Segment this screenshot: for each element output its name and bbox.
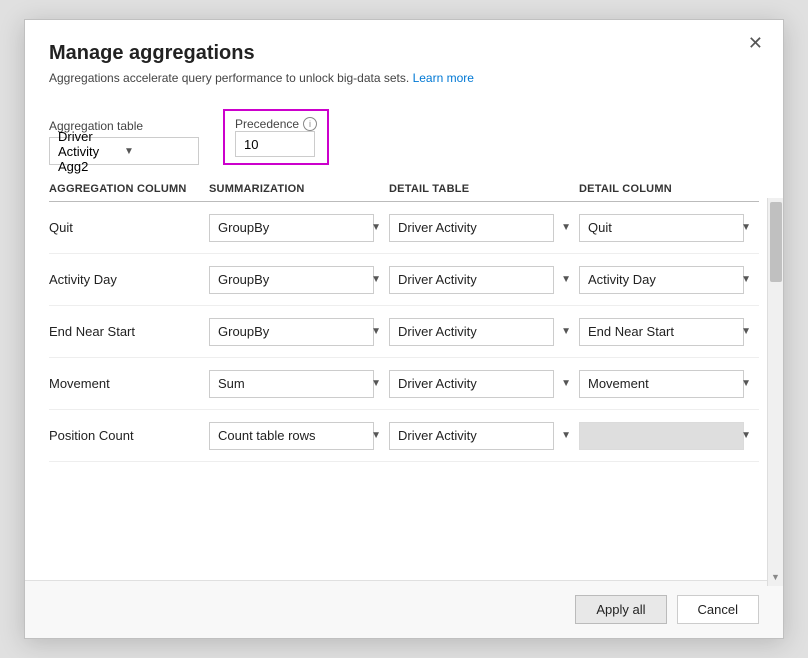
detail-column-select[interactable]: QuitActivity DayEnd Near StartMovementPo… [579,214,744,242]
detail-column-select-wrapper: QuitActivity DayEnd Near StartMovementPo… [579,370,759,398]
row-column-label: Quit [49,220,209,235]
manage-aggregations-dialog: ✕ Manage aggregations Aggregations accel… [24,19,784,639]
agg-table-group: Aggregation table Driver Activity Agg2 ▼ [49,119,199,165]
summarization-select-wrapper: GroupBySumCountMinMaxCount table rows ▼ [209,266,389,294]
detail-table-select-wrapper: Driver Activity ▼ [389,318,579,346]
col-header-detail-column: DETAIL COLUMN [579,183,759,195]
summarization-select[interactable]: GroupBySumCountMinMaxCount table rows [209,214,374,242]
detail-column-select-wrapper: QuitActivity DayEnd Near StartMovementPo… [579,318,759,346]
detail-table-dropdown-arrow: ▼ [561,222,571,233]
summarization-select[interactable]: GroupBySumCountMinMaxCount table rows [209,370,374,398]
detail-column-select-wrapper: ▼ [579,422,759,450]
info-icon[interactable]: i [303,117,317,131]
detail-table-dropdown-arrow: ▼ [561,430,571,441]
table-row: Movement GroupBySumCountMinMaxCount tabl… [49,358,759,410]
table-row: Quit GroupBySumCountMinMaxCount table ro… [49,202,759,254]
detail-table-select[interactable]: Driver Activity [389,370,554,398]
row-column-label: End Near Start [49,324,209,339]
detail-column-select-wrapper: QuitActivity DayEnd Near StartMovementPo… [579,266,759,294]
detail-table-select[interactable]: Driver Activity [389,422,554,450]
dialog-subtitle: Aggregations accelerate query performanc… [49,71,759,85]
detail-table-select[interactable]: Driver Activity [389,318,554,346]
detail-column-select-disabled [579,422,744,450]
table-row: Activity Day GroupBySumCountMinMaxCount … [49,254,759,306]
summarization-select-wrapper: GroupBySumCountMinMaxCount table rows ▼ [209,214,389,242]
detail-table-select[interactable]: Driver Activity [389,266,554,294]
detail-table-select-wrapper: Driver Activity ▼ [389,422,579,450]
summarization-select[interactable]: GroupBySumCountMinMaxCount table rows [209,318,374,346]
detail-table-select-wrapper: Driver Activity ▼ [389,214,579,242]
detail-table-dropdown-arrow: ▼ [561,326,571,337]
table-row: Position Count GroupBySumCountMinMaxCoun… [49,410,759,462]
scrollbar[interactable]: ▼ [767,198,783,586]
summarization-select-wrapper: GroupBySumCountMinMaxCount table rows ▼ [209,422,389,450]
dialog-footer: Apply all Cancel [25,580,783,638]
agg-table-select[interactable]: Driver Activity Agg2 ▼ [49,137,199,165]
summarization-select-wrapper: GroupBySumCountMinMaxCount table rows ▼ [209,318,389,346]
col-header-summarization: SUMMARIZATION [209,183,389,195]
row-column-label: Movement [49,376,209,391]
close-button[interactable]: ✕ [742,32,769,54]
summarization-select-wrapper: GroupBySumCountMinMaxCount table rows ▼ [209,370,389,398]
scrollbar-down-arrow[interactable]: ▼ [771,572,780,582]
summarization-select[interactable]: GroupBySumCountMinMaxCount table rows [209,422,374,450]
detail-column-select[interactable]: QuitActivity DayEnd Near StartMovementPo… [579,370,744,398]
apply-all-button[interactable]: Apply all [575,595,666,624]
summarization-select[interactable]: GroupBySumCountMinMaxCount table rows [209,266,374,294]
dialog-title: Manage aggregations [49,42,759,65]
precedence-box: Precedence i [223,109,329,165]
col-header-detail-table: DETAIL TABLE [389,183,579,195]
agg-table-dropdown-arrow: ▼ [124,146,190,157]
detail-column-select[interactable]: QuitActivity DayEnd Near StartMovementPo… [579,266,744,294]
row-column-label: Activity Day [49,272,209,287]
detail-table-dropdown-arrow: ▼ [561,274,571,285]
table-row: End Near Start GroupBySumCountMinMaxCoun… [49,306,759,358]
col-header-aggregation-column: AGGREGATION COLUMN [49,183,209,195]
detail-column-select[interactable]: QuitActivity DayEnd Near StartMovementPo… [579,318,744,346]
precedence-input[interactable] [235,131,315,157]
detail-table-select-wrapper: Driver Activity ▼ [389,370,579,398]
learn-more-link[interactable]: Learn more [413,71,474,85]
detail-table-select-wrapper: Driver Activity ▼ [389,266,579,294]
detail-table-dropdown-arrow: ▼ [561,378,571,389]
cancel-button[interactable]: Cancel [677,595,759,624]
detail-table-select[interactable]: Driver Activity [389,214,554,242]
precedence-label: Precedence i [235,117,317,131]
table-body: Quit GroupBySumCountMinMaxCount table ro… [49,202,759,580]
dialog-header: Manage aggregations Aggregations acceler… [25,20,783,95]
table-header: AGGREGATION COLUMN SUMMARIZATION DETAIL … [49,175,759,202]
detail-column-select-wrapper: QuitActivity DayEnd Near StartMovementPo… [579,214,759,242]
top-controls: Aggregation table Driver Activity Agg2 ▼… [25,95,783,175]
aggregations-table: AGGREGATION COLUMN SUMMARIZATION DETAIL … [25,175,783,580]
scrollbar-thumb[interactable] [770,202,782,282]
row-column-label: Position Count [49,428,209,443]
